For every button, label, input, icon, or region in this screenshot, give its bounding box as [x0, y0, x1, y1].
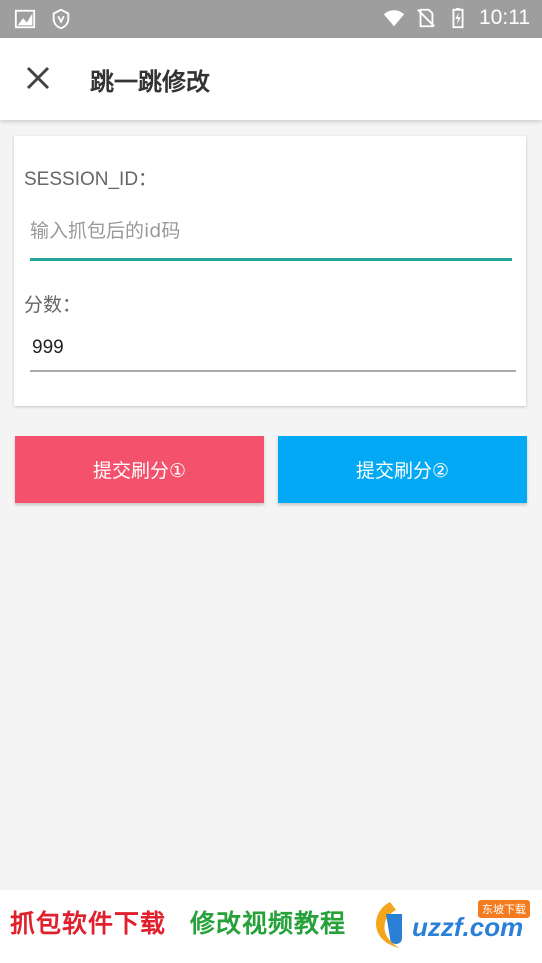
- close-icon[interactable]: [20, 60, 56, 96]
- submit-score-button-2[interactable]: 提交刷分②: [278, 436, 527, 503]
- logo-badge: 东坡下载: [478, 900, 530, 918]
- session-id-input[interactable]: [30, 204, 512, 261]
- score-input[interactable]: [30, 326, 516, 372]
- submit-score-button-1[interactable]: 提交刷分①: [15, 436, 264, 503]
- capture-tool-download-link[interactable]: 抓包软件下载: [10, 904, 166, 940]
- no-sim-icon: [417, 8, 435, 28]
- footer-banner: 抓包软件下载 修改视频教程 uzzf.com 东坡下载: [0, 890, 542, 963]
- page-title: 跳一跳修改: [90, 68, 210, 96]
- clock: 10:11: [479, 6, 530, 29]
- form-card: SESSION_ID： 分数：: [14, 136, 526, 406]
- wifi-icon: [383, 10, 405, 27]
- shield-icon: [52, 8, 70, 30]
- status-bar: 10:11: [0, 0, 542, 38]
- app-bar: 跳一跳修改: [0, 38, 542, 120]
- image-icon: [14, 9, 36, 29]
- battery-charging-icon: [452, 7, 464, 29]
- session-id-label: SESSION_ID：: [24, 169, 158, 190]
- video-tutorial-link[interactable]: 修改视频教程: [190, 904, 346, 940]
- score-label: 分数：: [24, 294, 82, 316]
